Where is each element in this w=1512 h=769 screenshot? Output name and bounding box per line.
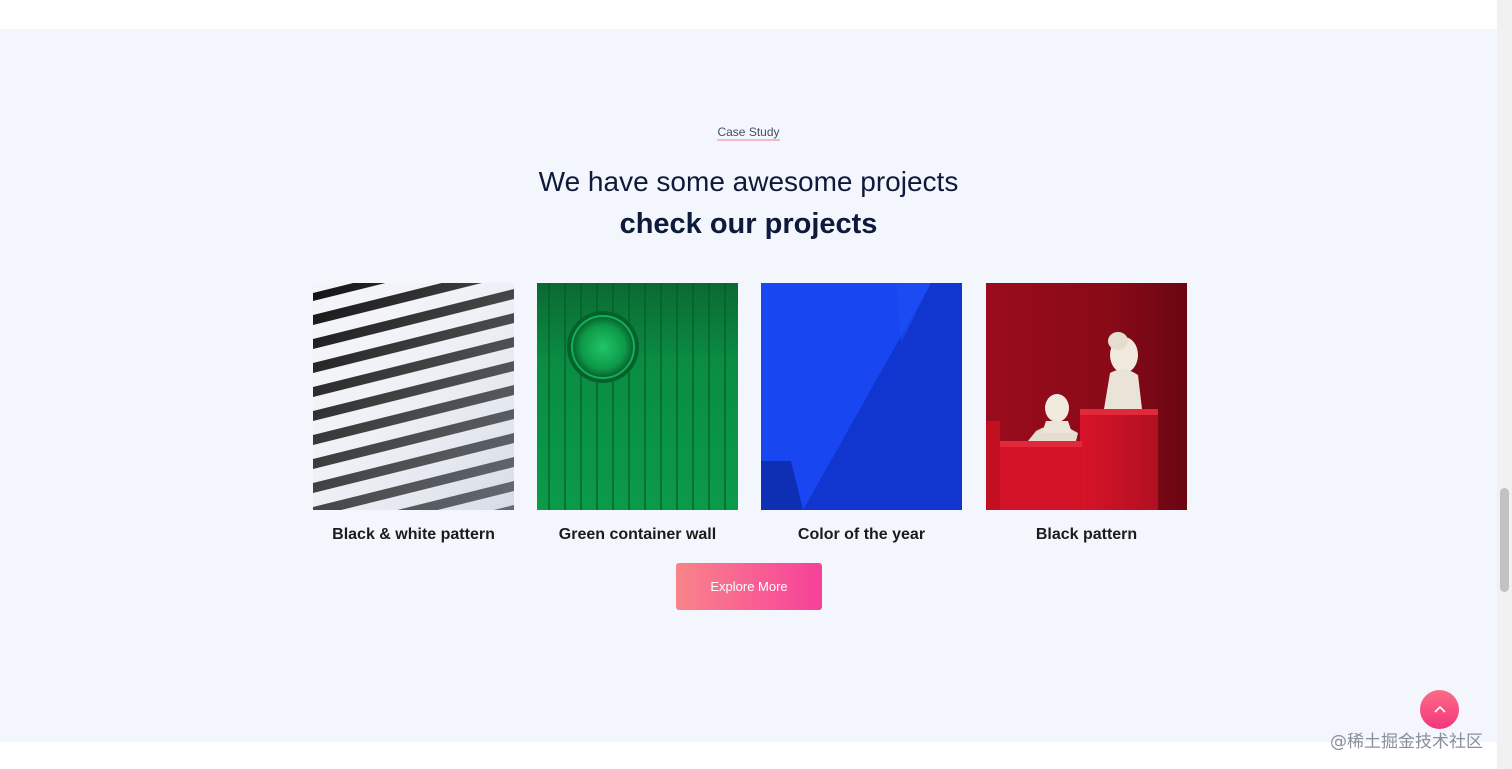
project-card[interactable]: Black & white pattern bbox=[313, 283, 514, 544]
back-to-top-button[interactable] bbox=[1420, 690, 1459, 729]
project-caption[interactable]: Black & white pattern bbox=[313, 526, 514, 544]
eyebrow-label: Case Study bbox=[717, 125, 780, 141]
project-caption[interactable]: Color of the year bbox=[761, 526, 962, 544]
chevron-up-icon bbox=[1433, 705, 1446, 713]
black-white-stripes-image[interactable] bbox=[313, 283, 514, 510]
project-card[interactable]: Black pattern bbox=[986, 283, 1187, 544]
section-title-strong: check our projects bbox=[619, 208, 878, 240]
blue-wall-image[interactable] bbox=[761, 283, 962, 510]
section-title: We have some awesome projects bbox=[538, 166, 959, 197]
bottom-strip bbox=[0, 742, 1497, 769]
section-eyebrow: Case Study bbox=[0, 125, 1497, 141]
project-caption[interactable]: Green container wall bbox=[537, 526, 738, 544]
project-card[interactable]: Green container wall bbox=[537, 283, 738, 544]
green-container-image[interactable] bbox=[537, 283, 738, 510]
scrollbar-track[interactable] bbox=[1497, 0, 1512, 769]
project-card[interactable]: Color of the year bbox=[761, 283, 962, 544]
red-sculptures-image[interactable] bbox=[986, 283, 1187, 510]
explore-more-button[interactable]: Explore More bbox=[676, 563, 822, 610]
case-study-section: Case Study We have some awesome projects… bbox=[0, 29, 1497, 742]
project-caption[interactable]: Black pattern bbox=[986, 526, 1187, 544]
top-strip bbox=[0, 0, 1497, 29]
watermark: @稀土掘金技术社区 bbox=[1330, 732, 1483, 752]
scrollbar-thumb[interactable] bbox=[1500, 488, 1509, 592]
